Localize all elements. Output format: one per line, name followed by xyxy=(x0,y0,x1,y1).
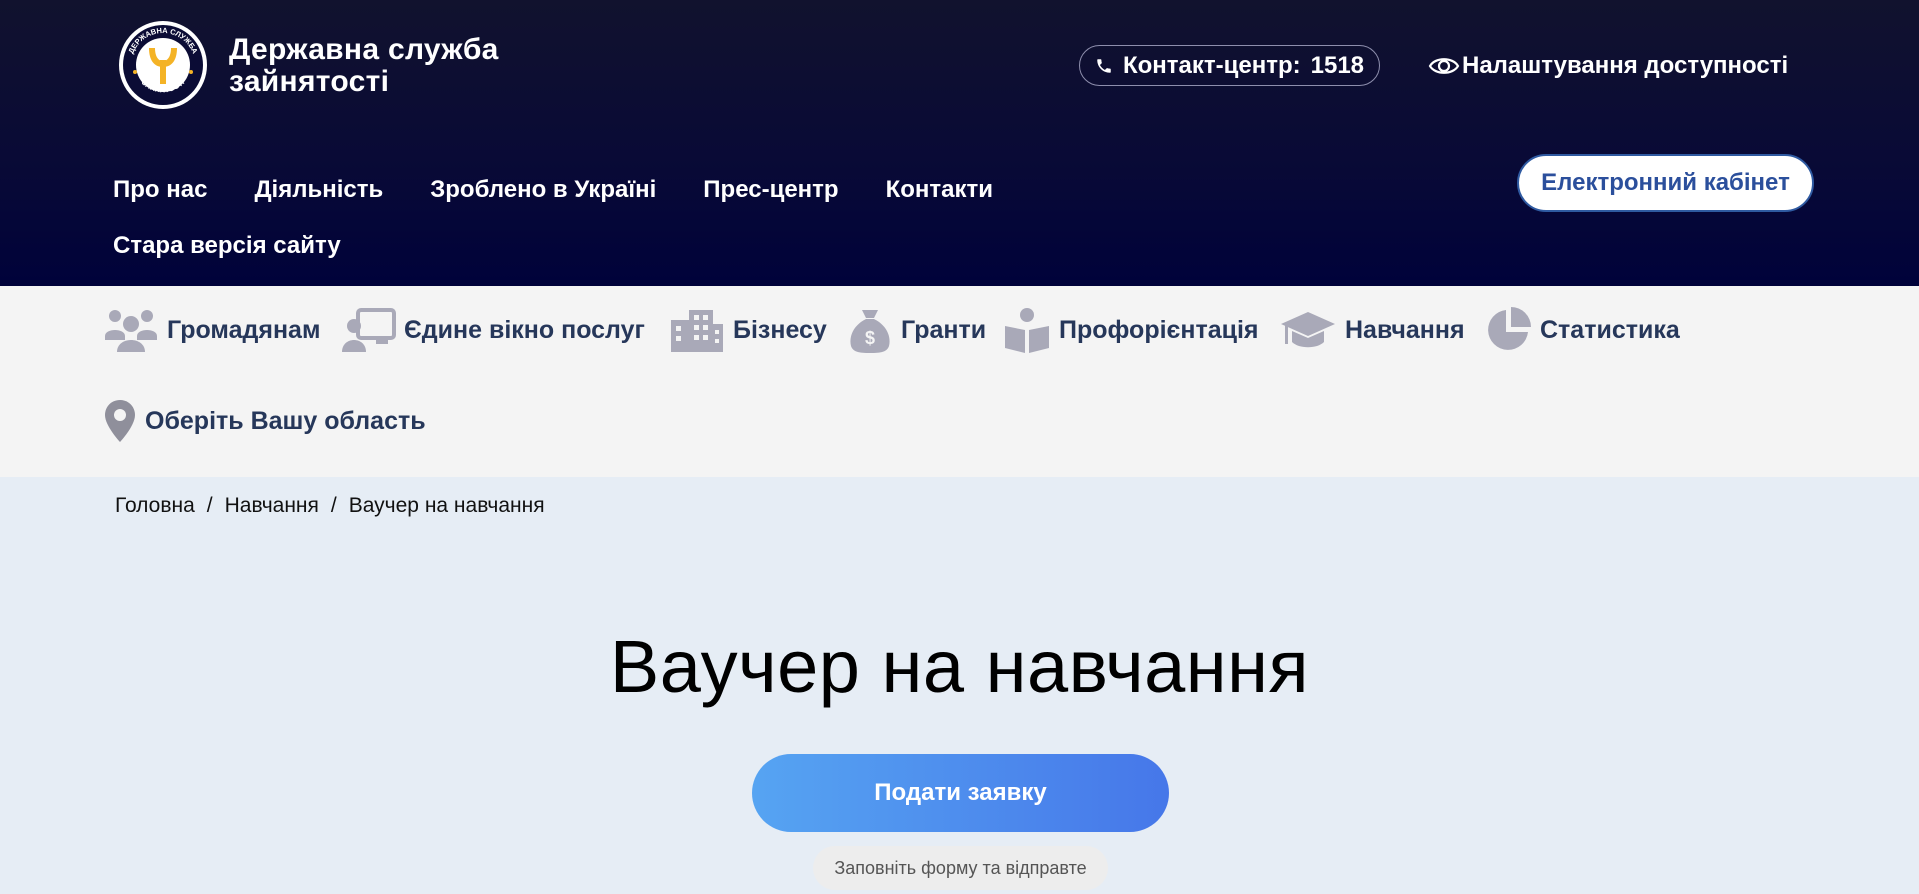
page-title: Ваучер на навчання xyxy=(609,625,1310,708)
nav-about[interactable]: Про нас xyxy=(113,176,207,204)
phone-icon xyxy=(1097,58,1111,73)
breadcrumb-current: Ваучер на навчання xyxy=(348,494,545,517)
category-business-label: Бізнесу xyxy=(733,315,827,344)
electronic-cabinet-button[interactable]: Електронний кабінет xyxy=(1517,154,1814,212)
svg-text:$: $ xyxy=(865,328,875,348)
category-education-label: Навчання xyxy=(1345,315,1465,344)
brand-line-1: Державна служба xyxy=(229,33,499,66)
category-single-window-label: Єдине вікно послуг xyxy=(404,315,645,344)
category-citizens[interactable]: Громадянам xyxy=(103,306,320,354)
contact-center-label: Контакт-центр: xyxy=(1122,51,1301,79)
category-statistics[interactable]: Статистика xyxy=(1484,306,1680,354)
building-icon xyxy=(671,310,723,352)
category-education[interactable]: Навчання xyxy=(1279,306,1465,354)
contact-center-number: 1518 xyxy=(1310,51,1365,79)
category-statistics-label: Статистика xyxy=(1540,315,1680,344)
category-band: Громадянам Єдине вікно послуг Бізнесу $ … xyxy=(0,286,1919,477)
pie-chart-icon xyxy=(1488,307,1531,350)
accessibility-settings-button[interactable]: Налаштування доступності xyxy=(1428,49,1788,83)
category-citizens-label: Громадянам xyxy=(167,315,321,344)
apply-hint: Заповніть форму та відправте xyxy=(813,846,1108,890)
category-single-window[interactable]: Єдине вікно послуг xyxy=(340,306,645,354)
breadcrumb-separator: / xyxy=(330,494,337,517)
eye-icon xyxy=(1428,58,1460,74)
region-selector-label: Оберіть Вашу область xyxy=(145,406,426,435)
breadcrumb-separator: / xyxy=(206,494,213,517)
nav-press-center[interactable]: Прес-центр xyxy=(703,176,838,204)
category-grants[interactable]: $ Гранти xyxy=(847,306,986,354)
breadcrumb-education[interactable]: Навчання xyxy=(225,494,319,518)
category-business[interactable]: Бізнесу xyxy=(669,306,827,354)
money-bag-icon: $ xyxy=(850,310,890,353)
breadcrumb: Головна / Навчання / Ваучер на навчання xyxy=(115,494,545,518)
accessibility-label: Налаштування доступності xyxy=(1462,52,1789,79)
contact-center-button[interactable]: Контакт-центр: 1518 xyxy=(1079,45,1380,86)
nav-activity[interactable]: Діяльність xyxy=(254,176,383,204)
graduation-cap-icon xyxy=(1281,312,1335,348)
main-nav: Про нас Діяльність Зроблено в Україні Пр… xyxy=(113,176,993,204)
logo-emblem-icon: ДЕРЖАВНА СЛУЖБА ЗАЙНЯТОСТІ xyxy=(119,21,207,109)
presentation-icon xyxy=(342,308,396,352)
category-career-label: Профорієнтація xyxy=(1059,315,1259,344)
brand-line-2: зайнятості xyxy=(229,65,390,98)
map-pin-icon xyxy=(105,400,135,442)
nav-contacts[interactable]: Контакти xyxy=(886,176,993,204)
reader-icon xyxy=(1005,308,1049,353)
category-career-guidance[interactable]: Профорієнтація xyxy=(1003,306,1259,354)
breadcrumb-home[interactable]: Головна xyxy=(115,494,195,518)
region-selector[interactable]: Оберіть Вашу область xyxy=(103,398,426,444)
category-grants-label: Гранти xyxy=(901,315,987,344)
nav-old-site[interactable]: Стара версія сайту xyxy=(113,232,341,260)
people-icon xyxy=(105,310,157,352)
site-header: ДЕРЖАВНА СЛУЖБА ЗАЙНЯТОСТІ Державна служ… xyxy=(0,0,1919,286)
apply-button[interactable]: Подати заявку xyxy=(752,754,1169,832)
nav-made-in-ukraine[interactable]: Зроблено в Україні xyxy=(430,176,656,204)
brand-name[interactable]: Державна служба зайнятості xyxy=(229,34,499,98)
